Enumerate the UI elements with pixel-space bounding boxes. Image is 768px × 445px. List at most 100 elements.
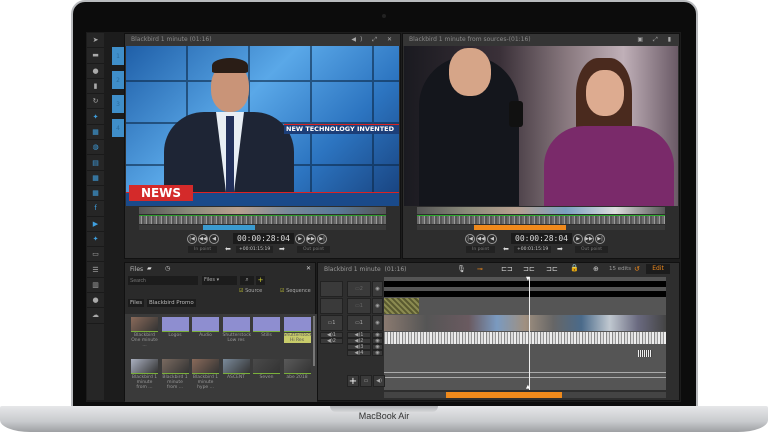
play-icon[interactable]: ▶ [573, 234, 583, 244]
add-track-icon[interactable]: + [347, 375, 359, 387]
clip-v2[interactable] [384, 298, 419, 314]
insert-icon[interactable]: ⊏⊐ [501, 265, 513, 273]
breadcrumb-files[interactable]: Files [128, 299, 145, 307]
arrow-right-icon[interactable]: ➡ [279, 245, 285, 253]
add-audio-track-icon[interactable]: ◀) [373, 375, 385, 387]
video-track-header[interactable]: ▭ 1 [347, 315, 371, 331]
step-back-icon[interactable]: ◀◀ [198, 234, 208, 244]
visibility-eye-icon[interactable]: ◉ [372, 281, 383, 297]
tab-1[interactable]: 1 [112, 47, 124, 65]
file-item[interactable]: abe 2018 [283, 359, 311, 380]
viewer-window-icons[interactable]: ◀) ⤢ ✕ [351, 34, 396, 46]
file-item[interactable]: Audio [192, 317, 219, 338]
video-preview[interactable]: NEW TECHNOLOGY INVENTED NEWS [126, 46, 399, 206]
file-item[interactable]: Seven [253, 359, 280, 380]
forward-icon[interactable]: ▶▶ [306, 234, 316, 244]
lock-icon[interactable]: 🔒 [570, 264, 579, 272]
file-item[interactable]: ASCENT [222, 359, 250, 380]
file-item[interactable]: Shutterstock Hi Res [283, 317, 312, 343]
file-item[interactable]: Stills [253, 317, 280, 338]
forward-icon[interactable]: ▶▶ [584, 234, 594, 244]
file-item[interactable]: Logos [161, 317, 189, 338]
filter-select[interactable]: Files ▾ [202, 276, 237, 285]
close-icon[interactable]: ✕ [306, 265, 311, 272]
list-icon[interactable]: ☰ [87, 262, 104, 278]
folder-icon[interactable]: ▰ [147, 265, 152, 272]
trash-icon[interactable]: ▮ [87, 79, 104, 95]
clip-v1[interactable] [384, 315, 666, 331]
video-track-header[interactable]: ▭ 1 [347, 298, 371, 314]
scrub-range[interactable] [203, 225, 256, 230]
source-audio-track[interactable]: ◀) 2 [320, 338, 343, 344]
video-thumbnail-strip[interactable] [139, 207, 386, 214]
playhead[interactable] [529, 277, 530, 390]
clock-icon[interactable]: ◷ [165, 265, 170, 272]
scrub-bar[interactable] [139, 225, 386, 230]
in-point-button[interactable]: In point [188, 246, 218, 253]
scrub-bar[interactable] [417, 225, 665, 230]
scrub-range[interactable] [474, 225, 566, 230]
blackbird-logo-icon[interactable]: ➤ [87, 33, 104, 49]
audio-waveform-strip[interactable] [417, 215, 665, 224]
timeline-scrollbar[interactable] [384, 392, 666, 398]
play-icon[interactable]: ▶ [295, 234, 305, 244]
microphone-icon[interactable]: 🎙 [457, 265, 466, 273]
source-video-track[interactable]: ▭ 1 [320, 315, 343, 331]
step-back-icon[interactable]: ◀◀ [476, 234, 486, 244]
search-input[interactable] [128, 276, 198, 285]
calendar-icon[interactable]: ▦ [87, 125, 104, 141]
playhead-top-icon[interactable]: ▼ [526, 276, 530, 282]
info-icon[interactable]: ● [87, 293, 104, 309]
calendar-icon[interactable]: ▦ [87, 186, 104, 202]
lift-icon[interactable]: ⊐⊏ [546, 265, 558, 273]
facebook-icon[interactable]: f [87, 201, 104, 217]
tab-2[interactable]: 2 [112, 71, 124, 89]
audio-track-header[interactable]: ◀) 4 [347, 350, 371, 356]
file-item[interactable]: Blackbird 1 minute hype ... [192, 359, 219, 390]
twitter-icon[interactable]: ✦ [87, 109, 104, 125]
goto-in-icon[interactable]: |◀ [465, 234, 475, 244]
overwrite-icon[interactable]: ⊐⊏ [523, 265, 535, 273]
viewer-window-icons[interactable]: ▣ ⤢ ▮ [637, 34, 675, 46]
globe-icon[interactable]: ◍ [87, 140, 104, 156]
add-icon[interactable]: + [256, 276, 265, 285]
sequence-checkbox[interactable]: ☑ Sequence [280, 288, 311, 294]
source-track-slot[interactable] [320, 281, 343, 297]
goto-out-icon[interactable]: ▶| [595, 234, 605, 244]
document-icon[interactable]: ▤ [87, 155, 104, 171]
help-icon[interactable]: ● [87, 64, 104, 79]
out-point-button[interactable]: Out point [575, 246, 609, 253]
arrow-right-icon[interactable]: ➡ [557, 245, 563, 253]
file-item[interactable]: Blackbird 1 minute from ... [161, 359, 189, 390]
breadcrumb-folder[interactable]: Blackbird Promo [147, 299, 196, 307]
add-video-track-icon[interactable]: ▭ [360, 375, 372, 387]
tab-4[interactable]: 4 [112, 119, 124, 137]
source-track-slot[interactable] [320, 298, 343, 314]
undo-icon[interactable]: ↺ [634, 265, 640, 273]
keyboard-icon[interactable]: ▭ [87, 247, 104, 263]
source-checkbox[interactable]: ☑ Source [239, 288, 262, 294]
audio-clips[interactable] [384, 332, 666, 344]
chat-icon[interactable]: ☁ [87, 308, 104, 324]
goto-out-icon[interactable]: ▶| [317, 234, 327, 244]
search-icon[interactable]: ⌕ [240, 276, 254, 285]
splice-icon[interactable]: ⊸ [477, 265, 483, 273]
out-point-button[interactable]: Out point [297, 246, 331, 253]
visibility-eye-icon[interactable]: ◉ [372, 315, 383, 331]
folder-icon[interactable]: ▬ [87, 48, 104, 64]
audio-waveform-strip[interactable] [139, 215, 386, 224]
mode-button[interactable]: Edit [646, 264, 670, 274]
video-preview[interactable] [404, 46, 678, 206]
video-thumbnail-strip[interactable] [417, 207, 665, 214]
visibility-eye-icon[interactable]: ◉ [372, 350, 383, 356]
youtube-icon[interactable]: ▶ [87, 217, 104, 232]
video-track-header[interactable]: ▭ 2 [347, 281, 371, 297]
timeline-scroll-thumb[interactable] [446, 392, 562, 398]
visibility-eye-icon[interactable]: ◉ [372, 298, 383, 314]
in-point-button[interactable]: In point [466, 246, 496, 253]
chart-icon[interactable]: ▥ [87, 278, 104, 294]
history-icon[interactable]: ↻ [87, 94, 104, 110]
file-item[interactable]: Shutterstock Low res [222, 317, 251, 343]
back-frame-icon[interactable]: ◀ [487, 234, 497, 244]
arrow-left-icon[interactable]: ⬅ [503, 245, 509, 253]
